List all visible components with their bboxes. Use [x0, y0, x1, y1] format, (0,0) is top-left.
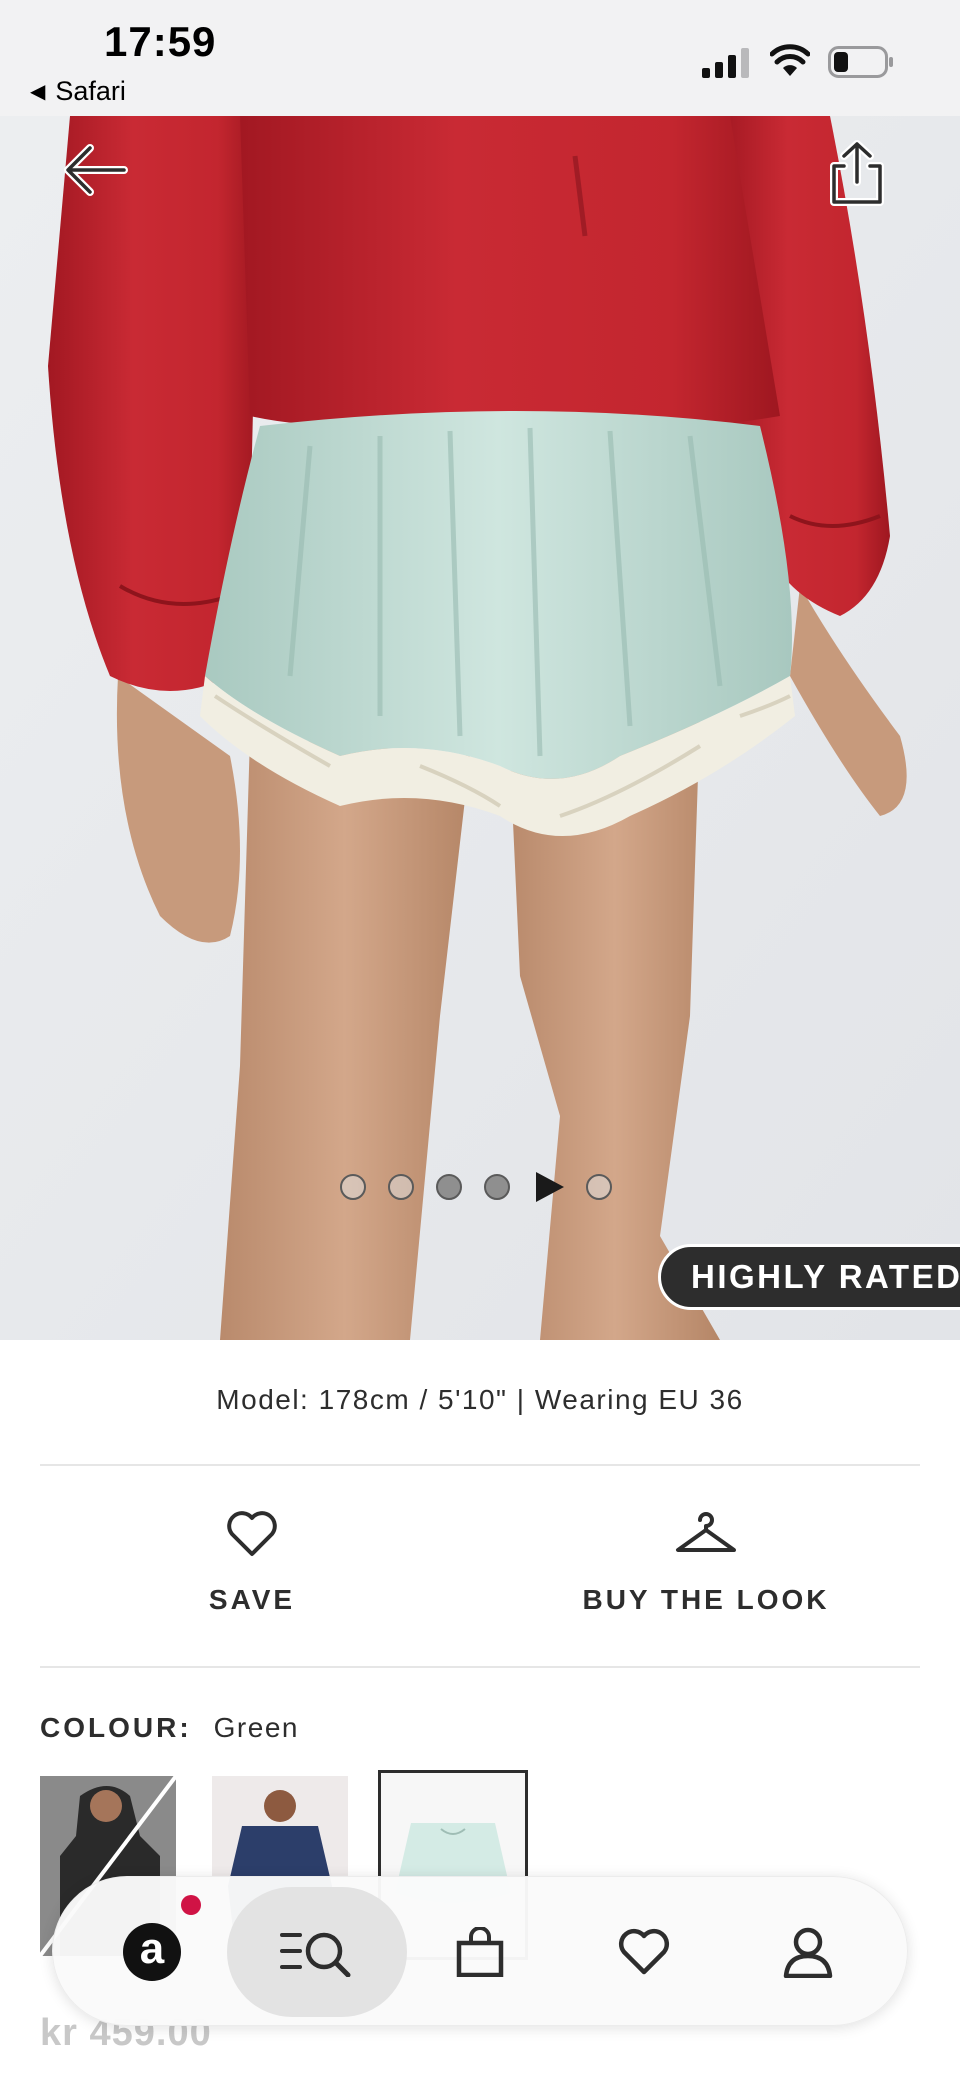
cellular-signal-icon — [702, 48, 749, 78]
save-label: SAVE — [208, 1584, 296, 1615]
product-image-carousel[interactable] — [0, 116, 960, 1340]
colour-value: Green — [213, 1712, 299, 1743]
video-play-icon[interactable] — [536, 1172, 564, 1202]
heart-icon — [618, 1928, 670, 1975]
colour-row: COLOUR: Green — [40, 1712, 299, 1744]
heart-icon — [227, 1511, 277, 1556]
hanger-icon — [676, 1512, 736, 1552]
product-page: 17:59 ◀ Safari HIGHLY RATED Model: 178cm… — [0, 0, 960, 2078]
divider — [40, 1464, 920, 1466]
status-bar: 17:59 ◀ Safari — [0, 0, 960, 116]
asos-logo-icon: a — [123, 1923, 181, 1981]
account-icon — [783, 1927, 833, 1978]
carousel-indicator — [340, 1170, 620, 1204]
carousel-dot[interactable] — [388, 1174, 414, 1200]
back-to-safari-link[interactable]: ◀ Safari — [30, 76, 126, 107]
product-photo — [0, 116, 960, 1340]
carousel-dot[interactable] — [484, 1174, 510, 1200]
bottom-nav: a — [52, 1876, 908, 2026]
buy-the-look-label: BUY THE LOOK — [582, 1584, 830, 1615]
nav-saved[interactable] — [589, 1897, 699, 2007]
back-app-label: Safari — [55, 76, 126, 106]
nav-search[interactable] — [227, 1887, 407, 2017]
highly-rated-badge: HIGHLY RATED — [658, 1244, 960, 1310]
notification-dot — [181, 1895, 201, 1915]
carousel-dot[interactable] — [436, 1174, 462, 1200]
divider — [40, 1666, 920, 1668]
carousel-dot[interactable] — [586, 1174, 612, 1200]
share-icon[interactable] — [826, 140, 888, 206]
colour-label: COLOUR: — [40, 1712, 192, 1743]
save-button[interactable]: SAVE — [150, 1510, 354, 1616]
nav-bag[interactable] — [425, 1897, 535, 2007]
battery-icon — [828, 46, 893, 78]
search-icon — [280, 1932, 351, 1977]
wifi-icon — [770, 44, 810, 76]
buy-the-look-button[interactable]: BUY THE LOOK — [566, 1510, 846, 1616]
carousel-dot[interactable] — [340, 1174, 366, 1200]
shopping-bag-icon — [456, 1927, 504, 1977]
status-time: 17:59 — [104, 18, 217, 65]
back-triangle-icon: ◀ — [30, 81, 46, 103]
model-info: Model: 178cm / 5'10" | Wearing EU 36 — [216, 1384, 744, 1415]
nav-account[interactable] — [753, 1897, 863, 2007]
back-arrow-icon[interactable] — [62, 142, 128, 198]
